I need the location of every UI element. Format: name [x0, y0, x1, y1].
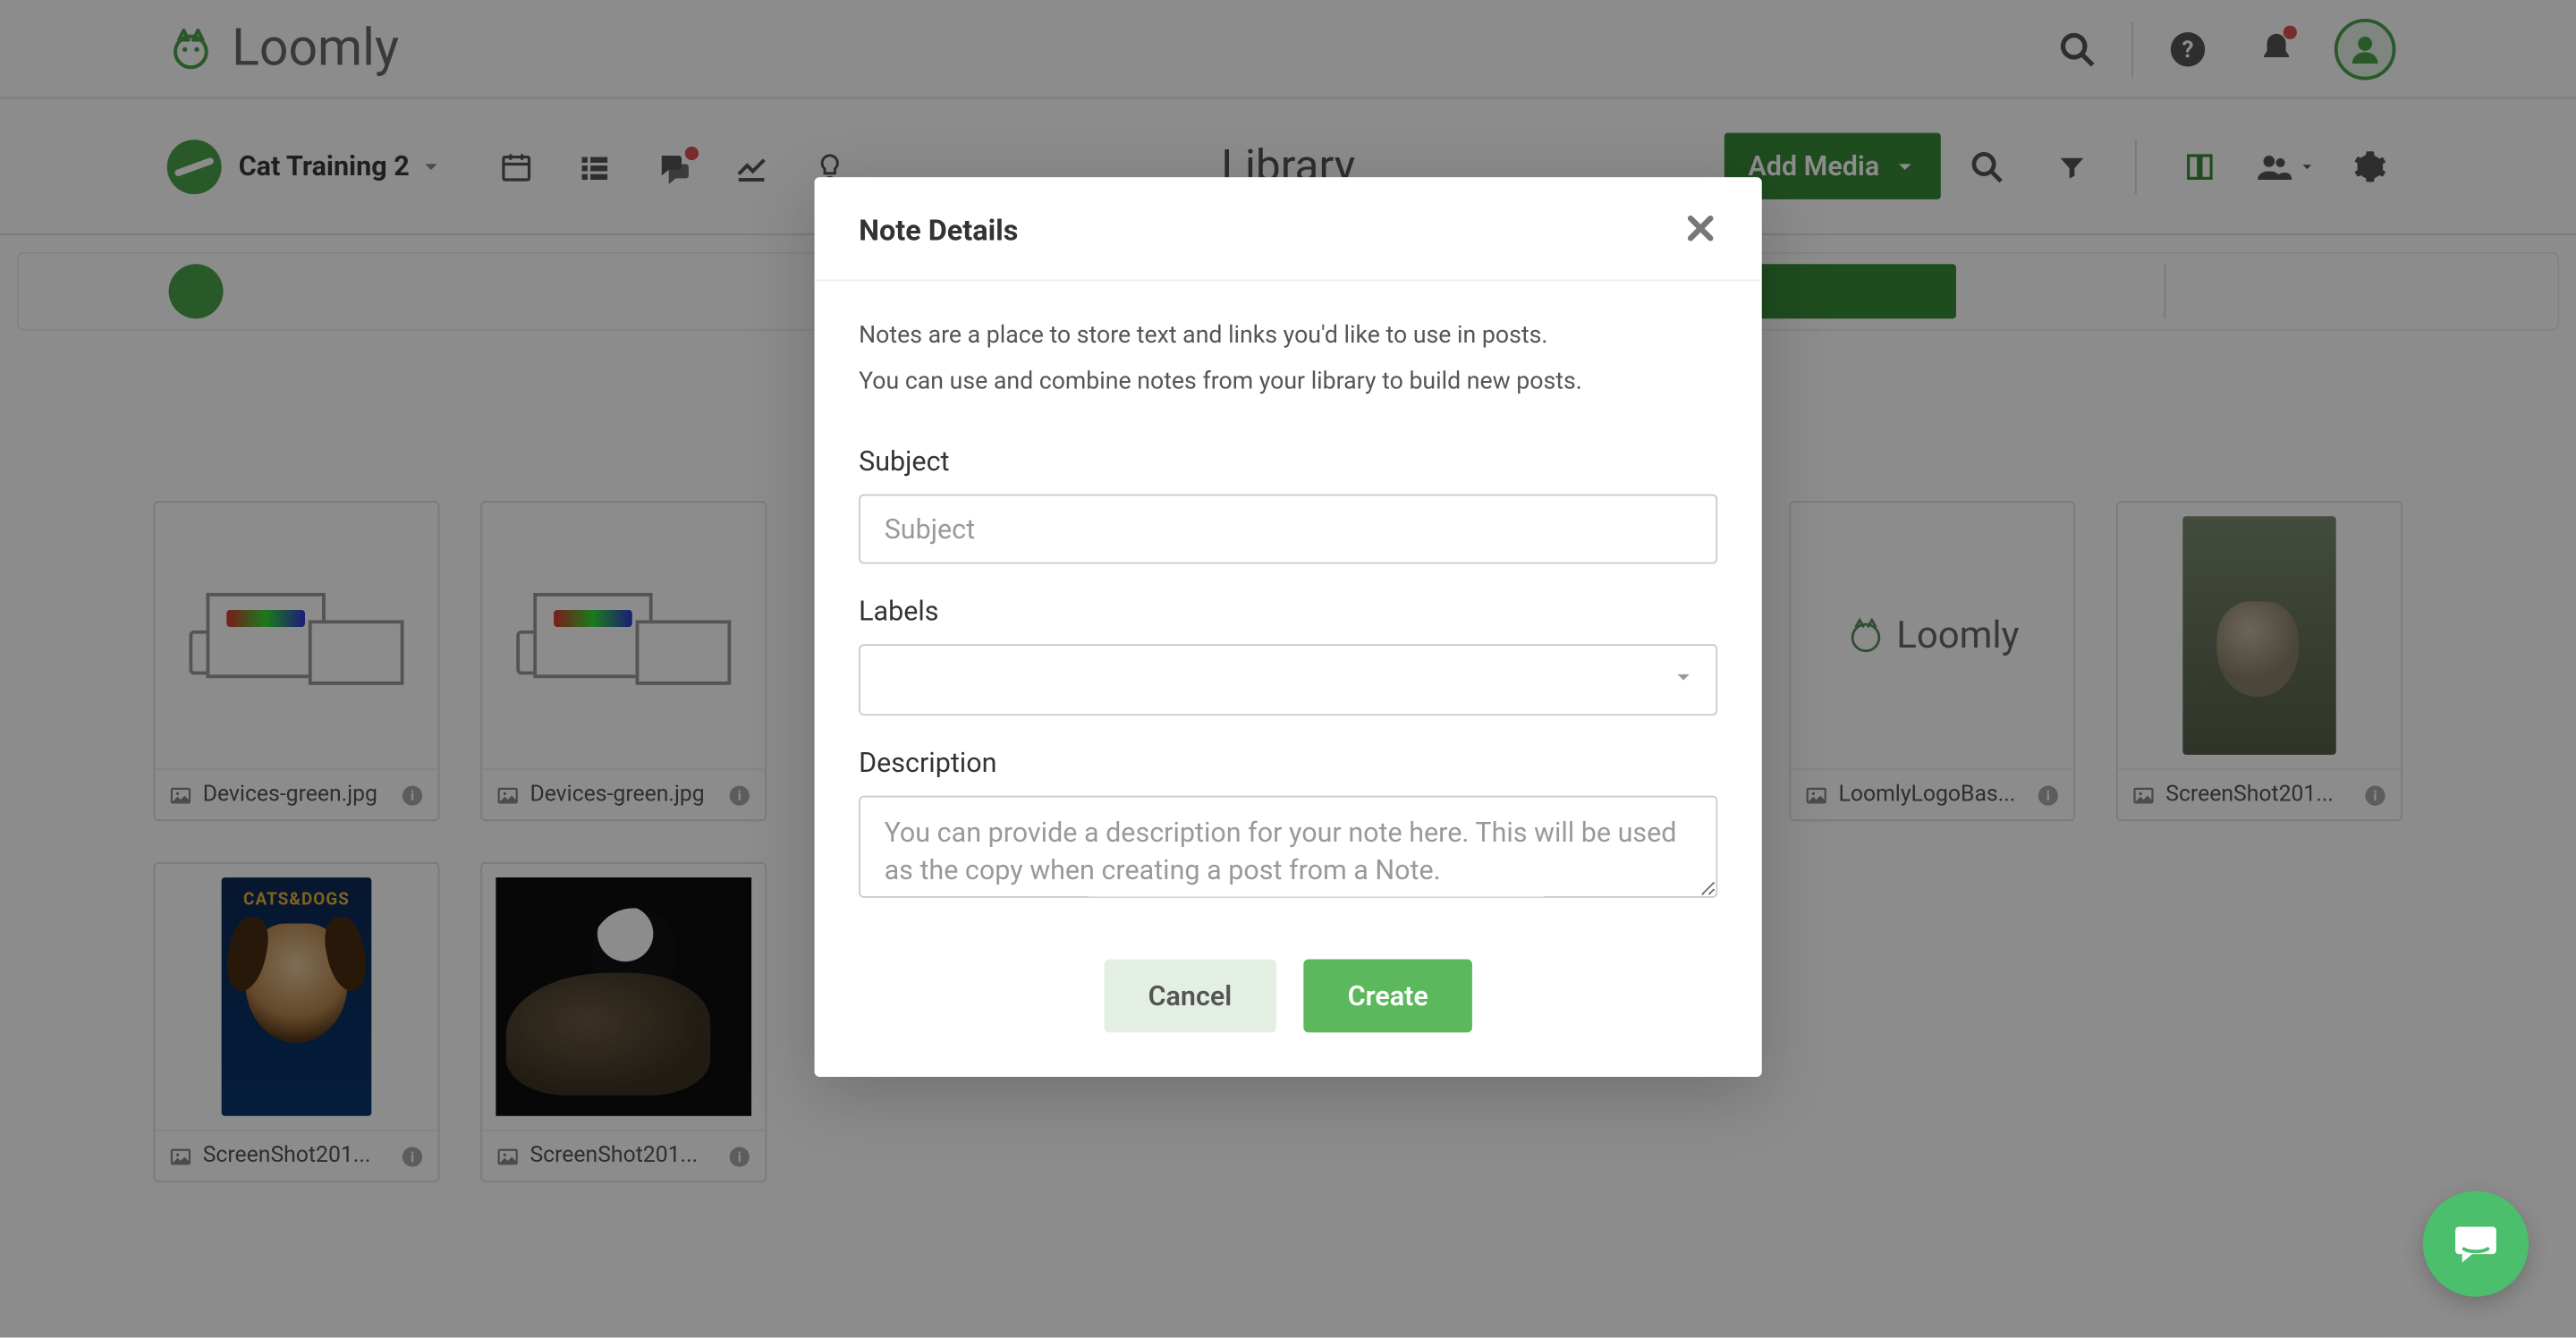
subject-label: Subject	[859, 445, 1717, 477]
modal-intro-1: Notes are a place to store text and link…	[859, 318, 1717, 354]
labels-select[interactable]	[859, 644, 1717, 716]
modal-title: Note Details	[859, 215, 1018, 249]
close-icon[interactable]	[1683, 211, 1717, 252]
intercom-launcher[interactable]	[2423, 1191, 2529, 1297]
description-label: Description	[859, 746, 1717, 778]
create-button[interactable]: Create	[1303, 960, 1472, 1033]
subject-input[interactable]	[859, 494, 1717, 563]
note-details-modal: Note Details Notes are a place to store …	[815, 177, 1762, 1077]
chevron-down-icon	[1672, 664, 1696, 696]
description-textarea[interactable]	[859, 796, 1717, 898]
chat-icon	[2448, 1216, 2503, 1271]
labels-label: Labels	[859, 595, 1717, 627]
modal-intro-2: You can use and combine notes from your …	[859, 365, 1717, 401]
cancel-button[interactable]: Cancel	[1104, 960, 1276, 1033]
